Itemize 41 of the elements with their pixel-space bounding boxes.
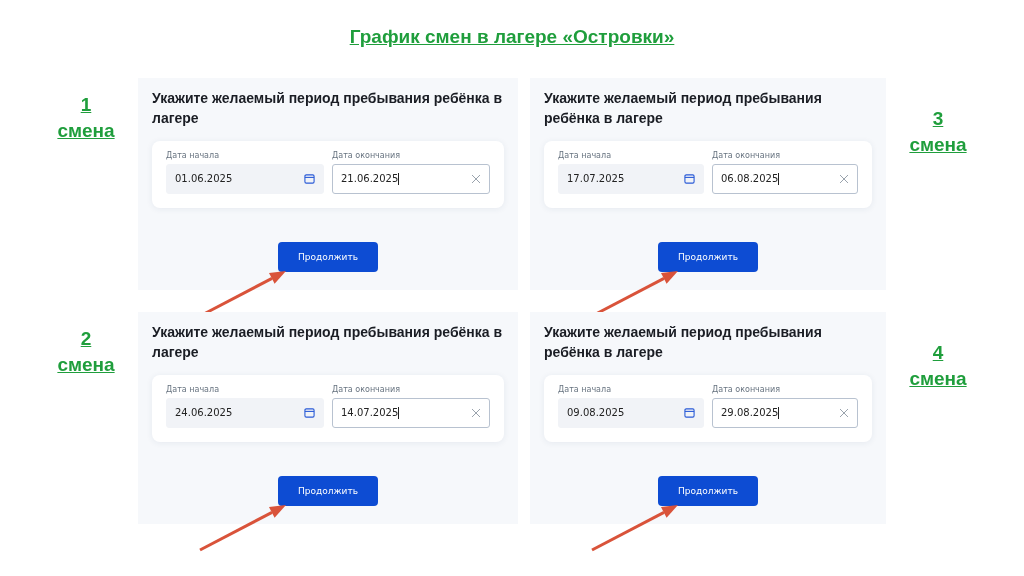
shift-word: смена [57,118,115,143]
start-date-field[interactable]: 09.08.2025 [558,397,704,428]
clear-icon[interactable] [471,407,481,418]
calendar-icon [684,407,695,419]
field-label: Дата окончания [712,150,781,160]
end-date-field[interactable]: 21.06.2025 [332,163,490,194]
continue-button[interactable]: Продолжить [278,476,378,506]
field-label: Дата начала [558,150,613,160]
shift-number: 2 [80,327,92,351]
field-label: Дата начала [166,384,221,394]
calendar-icon [304,173,315,185]
field-label: Дата окончания [332,150,401,160]
start-date-field[interactable]: 24.06.2025 [166,397,324,428]
end-date-field[interactable]: 06.08.2025 [712,163,858,194]
slide-title: График смен в лагере «Островки» [349,26,675,48]
form-heading: Укажите желаемый период пребывания ребёнка в лагере [152,89,504,129]
field-label: Дата окончания [332,384,401,394]
form-heading: Укажите желаемый период пребывания ребёнка в лагере [544,323,823,363]
clear-icon[interactable] [471,173,481,184]
shift-number: 4 [932,341,944,365]
continue-button[interactable]: Продолжить [658,476,758,506]
start-date-field[interactable]: 17.07.2025 [558,163,704,194]
form-heading: Укажите желаемый период пребывания ребёнка в лагере [152,323,504,363]
start-date-field[interactable]: 01.06.2025 [166,163,324,194]
shift-word: смена [909,366,967,391]
calendar-icon [304,407,315,419]
continue-button[interactable]: Продолжить [278,242,378,272]
clear-icon[interactable] [839,407,849,418]
calendar-icon [684,173,695,185]
clear-icon[interactable] [839,173,849,184]
shift-number: 1 [80,93,92,117]
form-heading: Укажите желаемый период пребывания ребёнка в лагере [544,89,823,129]
field-label: Дата окончания [712,384,781,394]
shift-word: смена [909,132,967,157]
end-date-field[interactable]: 29.08.2025 [712,397,858,428]
shift-word: смена [57,352,115,377]
end-date-field[interactable]: 14.07.2025 [332,397,490,428]
field-label: Дата начала [166,150,221,160]
shift-number: 3 [932,107,944,131]
field-label: Дата начала [558,384,613,394]
continue-button[interactable]: Продолжить [658,242,758,272]
